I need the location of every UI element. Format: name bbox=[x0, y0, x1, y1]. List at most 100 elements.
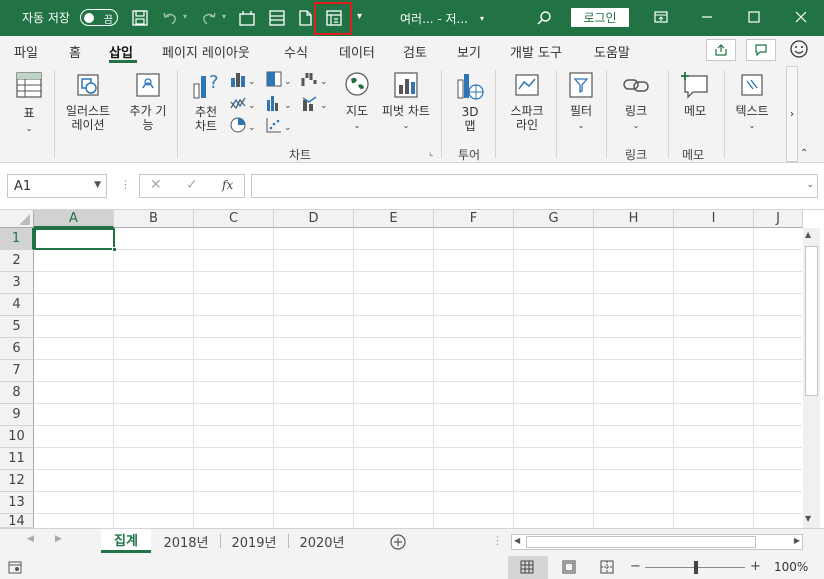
collapse-ribbon-icon[interactable]: ⌃ bbox=[800, 148, 808, 159]
dialog-launcher-icon[interactable]: ⌞ bbox=[429, 148, 433, 158]
row-header[interactable]: 5 bbox=[0, 316, 34, 338]
minimize-icon[interactable] bbox=[691, 4, 723, 30]
column-header[interactable]: A bbox=[34, 210, 114, 228]
select-all-corner[interactable] bbox=[0, 210, 34, 228]
pivot-chart-button[interactable]: 피벗 차트 ⌄ bbox=[378, 70, 434, 133]
share-button[interactable] bbox=[706, 39, 736, 61]
tab-developer[interactable]: 개발 도구 bbox=[510, 42, 562, 61]
recommended-charts-button[interactable]: ? 추천 차트 bbox=[188, 70, 224, 133]
column-header[interactable]: C bbox=[194, 210, 274, 228]
tab-insert[interactable]: 삽입 bbox=[109, 42, 133, 61]
scroll-down-icon[interactable]: ▼ bbox=[805, 514, 811, 523]
row-header[interactable]: 13 bbox=[0, 492, 34, 514]
tab-data[interactable]: 데이터 bbox=[339, 42, 375, 61]
row-header[interactable]: 2 bbox=[0, 250, 34, 272]
next-sheet-icon[interactable]: ▶ bbox=[55, 534, 62, 544]
link-button[interactable]: 링크 ⌄ bbox=[618, 70, 654, 133]
scatter-chart-icon[interactable]: ⌄ bbox=[265, 116, 293, 137]
prev-sheet-icon[interactable]: ◀ bbox=[27, 534, 34, 544]
zoom-in-icon[interactable]: + bbox=[750, 559, 761, 574]
scroll-up-icon[interactable]: ▲ bbox=[805, 230, 811, 239]
maps-button[interactable]: 지도 ⌄ bbox=[340, 70, 374, 133]
zoom-out-icon[interactable]: − bbox=[630, 559, 641, 574]
close-icon[interactable] bbox=[785, 4, 817, 30]
line-chart-icon[interactable]: ⌄ bbox=[229, 94, 257, 115]
maximize-icon[interactable] bbox=[738, 4, 770, 30]
illustrations-button[interactable]: 일러스트 레이션 bbox=[60, 70, 116, 132]
ribbon-scroll-right-icon[interactable]: › bbox=[786, 66, 798, 162]
vertical-scroll-thumb[interactable] bbox=[805, 246, 818, 396]
expand-formula-icon[interactable]: ⌄ bbox=[806, 180, 814, 190]
zoom-slider-thumb[interactable] bbox=[694, 561, 698, 574]
row-header[interactable]: 1 bbox=[0, 228, 34, 250]
row-header[interactable]: 4 bbox=[0, 294, 34, 316]
normal-view-icon[interactable] bbox=[520, 560, 534, 577]
row-header[interactable]: 9 bbox=[0, 404, 34, 426]
row-header[interactable]: 11 bbox=[0, 448, 34, 470]
horizontal-scrollbar[interactable]: ◀ ▶ bbox=[511, 534, 803, 550]
page-break-view-icon[interactable] bbox=[600, 560, 614, 577]
new-page-icon[interactable] bbox=[294, 7, 316, 29]
insert-function-icon[interactable]: fx bbox=[222, 178, 233, 192]
row-header[interactable]: 6 bbox=[0, 338, 34, 360]
tab-view[interactable]: 보기 bbox=[457, 42, 481, 61]
column-header[interactable]: E bbox=[354, 210, 434, 228]
text-button[interactable]: 텍스트 ⌄ bbox=[730, 70, 774, 133]
tab-formulas[interactable]: 수식 bbox=[284, 42, 308, 61]
formula-input[interactable]: ⌄ bbox=[251, 174, 818, 198]
comment-button[interactable]: 메모 bbox=[677, 70, 713, 118]
cancel-icon[interactable]: ✕ bbox=[150, 177, 162, 193]
undo-dropdown-icon[interactable]: ▾ bbox=[183, 12, 187, 21]
add-sheet-icon[interactable] bbox=[388, 532, 408, 555]
column-header[interactable]: H bbox=[594, 210, 674, 228]
name-box[interactable]: A1 ▼ bbox=[7, 174, 107, 198]
filters-button[interactable]: 필터 ⌄ bbox=[564, 70, 598, 133]
search-icon[interactable] bbox=[533, 7, 555, 29]
column-header[interactable]: I bbox=[674, 210, 754, 228]
row-header[interactable]: 10 bbox=[0, 426, 34, 448]
scroll-right-icon[interactable]: ▶ bbox=[794, 536, 800, 545]
row-header[interactable]: 7 bbox=[0, 360, 34, 382]
sheet-tab-2018[interactable]: 2018년 bbox=[155, 529, 217, 553]
comments-button[interactable] bbox=[746, 39, 776, 61]
tab-page-layout[interactable]: 페이지 레이아웃 bbox=[162, 42, 250, 61]
customize-qat-icon[interactable]: ▾ bbox=[357, 11, 362, 22]
sheet-tab-summary[interactable]: 집계 bbox=[101, 529, 151, 553]
horizontal-scroll-thumb[interactable] bbox=[526, 536, 756, 548]
table-button[interactable]: 표 ⌄ bbox=[12, 70, 46, 136]
addins-button[interactable]: 추가 기 능 bbox=[124, 70, 172, 132]
column-header[interactable]: B bbox=[114, 210, 194, 228]
document-title[interactable]: 여러... - 저... ▾ bbox=[400, 10, 484, 27]
row-header[interactable]: 12 bbox=[0, 470, 34, 492]
save-icon[interactable] bbox=[129, 7, 151, 29]
row-header[interactable]: 3 bbox=[0, 272, 34, 294]
sparklines-button[interactable]: 스파크 라인 bbox=[503, 70, 551, 132]
tab-split-grip-icon[interactable]: ⋮ bbox=[492, 534, 503, 547]
waterfall-chart-icon[interactable]: ⌄ bbox=[301, 70, 329, 91]
fill-handle[interactable] bbox=[112, 247, 117, 252]
smiley-icon[interactable] bbox=[789, 39, 809, 62]
row-header[interactable]: 14 bbox=[0, 514, 34, 528]
column-header[interactable]: F bbox=[434, 210, 514, 228]
zoom-level[interactable]: 100% bbox=[774, 560, 808, 574]
column-header[interactable]: D bbox=[274, 210, 354, 228]
combo-chart-icon[interactable]: ⌄ bbox=[301, 94, 329, 115]
column-header[interactable]: J bbox=[754, 210, 803, 228]
active-cell[interactable] bbox=[34, 228, 115, 250]
tab-help[interactable]: 도움말 bbox=[594, 42, 630, 61]
pie-chart-icon[interactable]: ⌄ bbox=[229, 116, 257, 137]
sheet-tab-2020[interactable]: 2020년 bbox=[291, 529, 353, 553]
redo-dropdown-icon[interactable]: ▾ bbox=[222, 12, 226, 21]
3d-map-button[interactable]: 3D 맵 bbox=[452, 70, 488, 133]
worksheet-grid[interactable]: ABCDEFGHIJ 1 2 3 4 5 6 7 8 9 10 11 12 13 14 ▲ ▼ bbox=[0, 210, 824, 528]
statistic-chart-icon[interactable]: ⌄ bbox=[265, 94, 293, 115]
row-header[interactable]: 8 bbox=[0, 382, 34, 404]
column-chart-icon[interactable]: ⌄ bbox=[229, 70, 257, 91]
scroll-left-icon[interactable]: ◀ bbox=[514, 536, 520, 545]
tab-review[interactable]: 검토 bbox=[403, 42, 427, 61]
redo-icon[interactable] bbox=[198, 7, 220, 29]
ribbon-display-icon[interactable] bbox=[645, 4, 677, 30]
enter-icon[interactable]: ✓ bbox=[186, 177, 198, 193]
autosave-toggle[interactable]: 끔 bbox=[80, 9, 118, 26]
hierarchy-chart-icon[interactable]: ⌄ bbox=[265, 70, 293, 91]
